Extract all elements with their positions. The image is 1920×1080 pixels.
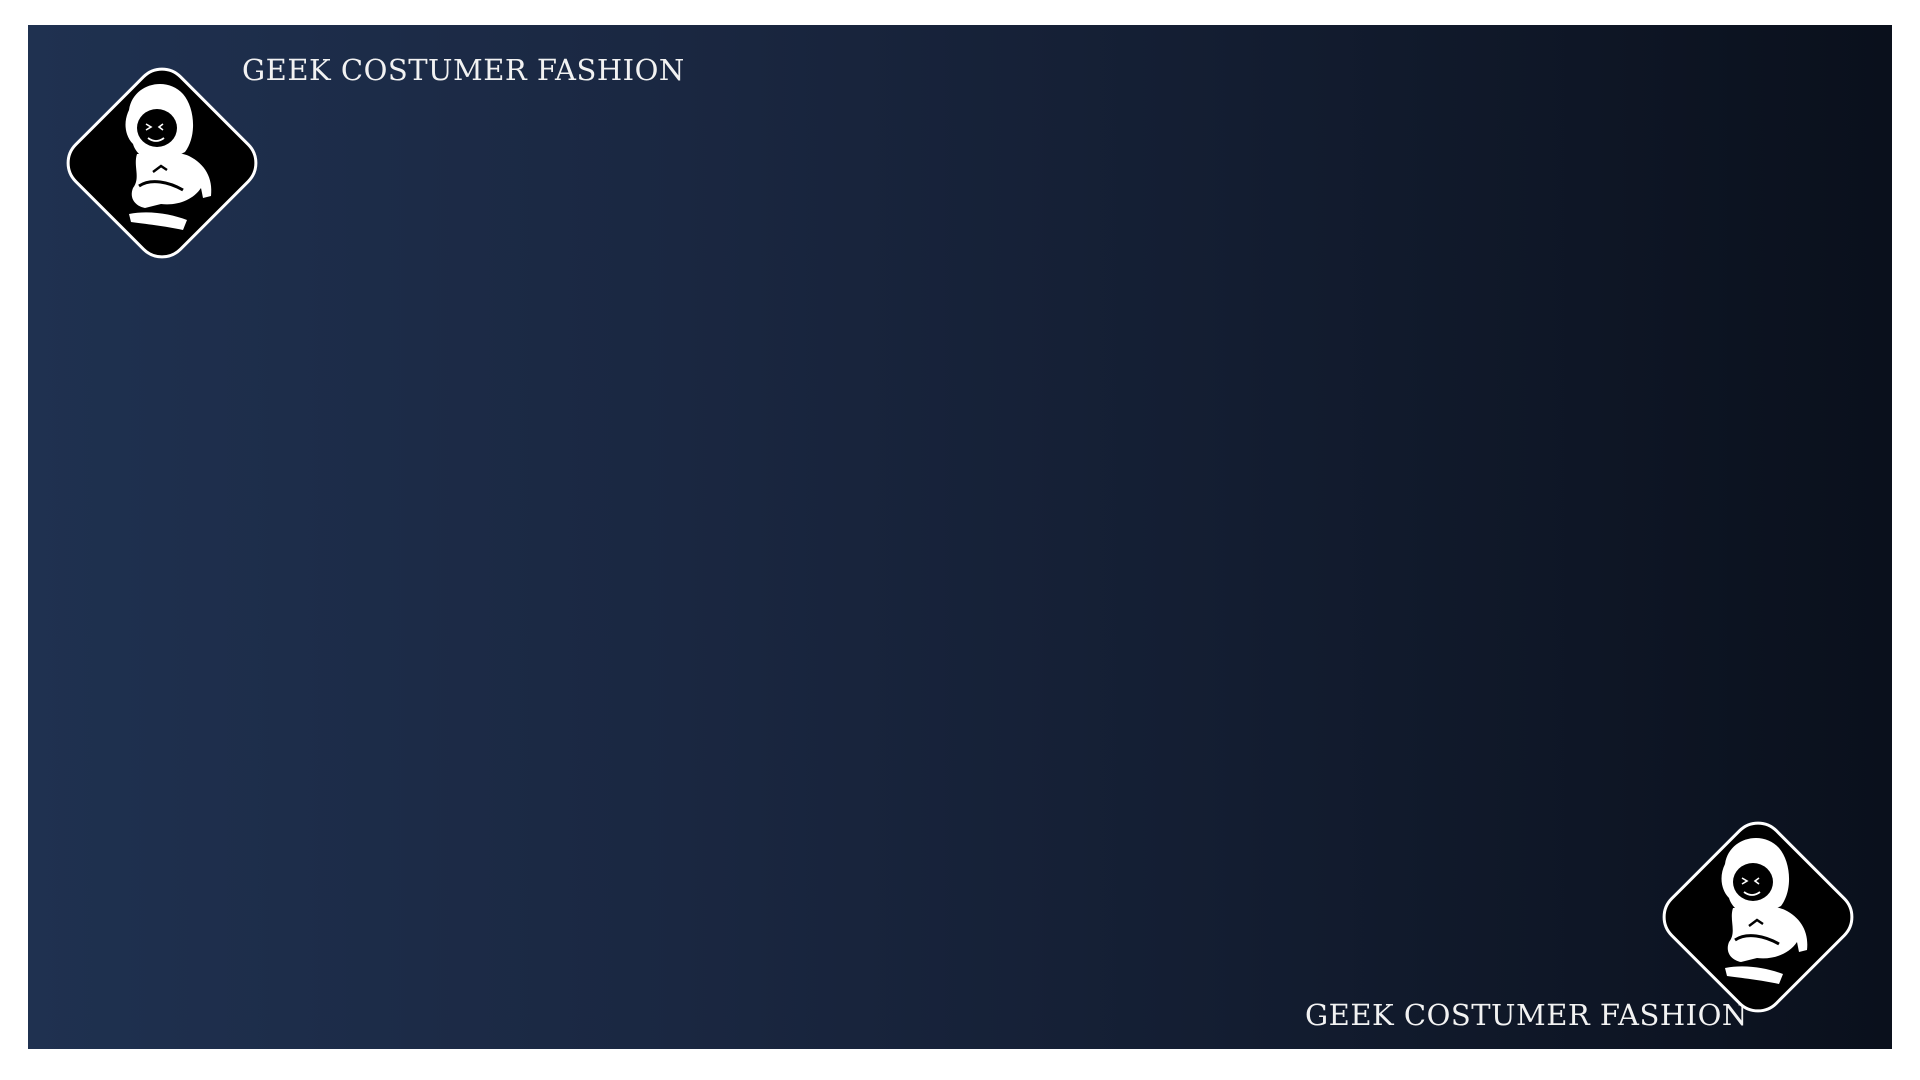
banner-canvas: GEEK COSTUMER FASHION GEEK COSTUMER FASH… — [28, 25, 1892, 1049]
hooded-figure-logo-icon — [1633, 792, 1883, 1042]
brand-title-top: GEEK COSTUMER FASHION — [242, 53, 685, 87]
